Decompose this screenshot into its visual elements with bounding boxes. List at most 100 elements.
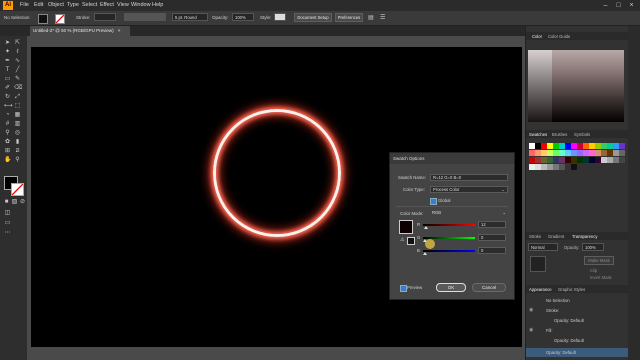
b-slider-thumb[interactable]: [423, 252, 427, 255]
r-value-input[interactable]: 12: [478, 221, 506, 228]
tab-close-icon[interactable]: ×: [118, 28, 121, 33]
graph-tool-icon[interactable]: ▮: [14, 139, 21, 146]
curvature-tool-icon[interactable]: ∿: [14, 58, 21, 65]
swatch-chip[interactable]: [571, 164, 577, 170]
fill-swatch[interactable]: [38, 14, 48, 24]
document-setup-button[interactable]: Document Setup: [294, 13, 332, 22]
color-mode-select[interactable]: RGB ⌄: [430, 210, 508, 217]
style-swatch[interactable]: [274, 13, 286, 21]
ok-button[interactable]: OK: [436, 283, 466, 292]
blend-mode-select[interactable]: Normal: [528, 243, 558, 251]
tab-color-guide[interactable]: Color Guide: [548, 34, 570, 39]
scale-tool-icon[interactable]: ⤢: [14, 94, 21, 101]
free-transform-tool-icon[interactable]: ⬚: [14, 103, 21, 110]
brush-select[interactable]: 5 pt. Round: [172, 13, 208, 21]
menu-object[interactable]: Object: [48, 2, 64, 8]
gradient-tool-icon[interactable]: ▥: [14, 121, 21, 128]
maximize-icon[interactable]: □: [613, 1, 624, 10]
tab-symbols[interactable]: Symbols: [574, 132, 590, 137]
rotate-tool-icon[interactable]: ↻: [4, 94, 11, 101]
menu-help[interactable]: Help: [152, 2, 163, 8]
preview-checkbox[interactable]: [400, 285, 407, 292]
paintbrush-tool-icon[interactable]: ✎: [14, 76, 21, 83]
artboard-tool-icon[interactable]: ⊞: [4, 148, 11, 155]
document-tab[interactable]: Untitled-2* @ 50 % (RGB/GPU Preview) ×: [30, 26, 130, 36]
menu-edit[interactable]: Edit: [34, 2, 43, 8]
zoom-tool-icon[interactable]: ⚲: [14, 157, 21, 164]
shape-builder-tool-icon[interactable]: ◔: [4, 112, 11, 119]
b-slider[interactable]: [423, 250, 475, 252]
color-mode-icon[interactable]: ■: [3, 199, 10, 206]
appearance-fill-opacity-row[interactable]: Opacity: Default: [526, 336, 629, 345]
minimize-icon[interactable]: –: [600, 1, 611, 10]
menu-file[interactable]: File: [20, 2, 29, 8]
lasso-tool-icon[interactable]: ℓ: [14, 49, 21, 56]
visibility-eye-icon[interactable]: ◉: [529, 326, 533, 335]
r-slider-thumb[interactable]: [424, 226, 428, 229]
hand-tool-icon[interactable]: ✋: [4, 157, 11, 164]
tab-gradient[interactable]: Gradient: [548, 234, 564, 239]
arrange-icon[interactable]: ▤: [368, 14, 376, 22]
r-slider[interactable]: [423, 224, 475, 226]
global-checkbox[interactable]: [430, 198, 437, 205]
selection-tool-icon[interactable]: ➤: [4, 40, 11, 47]
width-tool-icon[interactable]: ⟷: [4, 103, 13, 110]
visibility-eye-icon[interactable]: ◉: [529, 306, 533, 315]
swatch-chip[interactable]: [619, 157, 625, 163]
menu-select[interactable]: Select: [82, 2, 97, 8]
color-spectrum[interactable]: [528, 50, 624, 122]
g-value-input[interactable]: 0: [478, 234, 506, 241]
b-value-input[interactable]: 0: [478, 247, 506, 254]
appearance-stroke-row[interactable]: ◉ Stroke:: [526, 306, 629, 315]
symbol-sprayer-tool-icon[interactable]: ✿: [4, 139, 11, 146]
color-type-select[interactable]: Process Color ⌄: [430, 186, 508, 193]
align-icon[interactable]: ☰: [380, 14, 388, 22]
menu-effect[interactable]: Effect: [100, 2, 114, 8]
shaper-tool-icon[interactable]: ✐: [4, 85, 11, 92]
appearance-fill-row[interactable]: ◉ Fill:: [526, 326, 629, 335]
glowing-ring-artwork[interactable]: [213, 109, 341, 237]
menu-window[interactable]: Window: [131, 2, 151, 8]
magic-wand-tool-icon[interactable]: ✦: [4, 49, 11, 56]
stroke-weight-input[interactable]: [94, 13, 116, 21]
type-tool-icon[interactable]: T: [4, 67, 11, 74]
direct-selection-tool-icon[interactable]: ⇱: [14, 40, 21, 47]
tab-swatches[interactable]: Swatches: [529, 132, 547, 137]
edit-toolbar-icon[interactable]: ⋯: [4, 230, 11, 237]
tab-color[interactable]: Color: [532, 34, 542, 39]
tab-graphic-styles[interactable]: Graphic Styles: [558, 287, 585, 292]
tab-brushes[interactable]: Brushes: [552, 132, 567, 137]
close-icon[interactable]: ×: [626, 1, 637, 10]
opacity-panel-input[interactable]: 100%: [582, 243, 604, 251]
screen-mode-icon[interactable]: ▭: [4, 220, 11, 227]
blend-tool-icon[interactable]: ◎: [14, 130, 21, 137]
tab-stroke[interactable]: Stroke: [529, 234, 541, 239]
swatch-chip[interactable]: [619, 143, 625, 149]
gradient-mode-icon[interactable]: ▨: [11, 199, 18, 206]
variable-width-select[interactable]: [124, 13, 166, 21]
stroke-swatch[interactable]: [55, 14, 65, 24]
appearance-opacity-row[interactable]: Opacity: Default: [526, 316, 629, 325]
swatch-name-input[interactable]: R=12 G=0 B=0: [430, 174, 508, 181]
draw-mode-icon[interactable]: ◫: [4, 210, 11, 217]
appearance-object-opacity-row[interactable]: Opacity: Default: [526, 348, 629, 357]
make-mask-button[interactable]: Make Mask: [584, 256, 614, 265]
mesh-tool-icon[interactable]: #: [4, 121, 11, 128]
opacity-input[interactable]: 100%: [232, 13, 254, 21]
web-safe-swatch[interactable]: [407, 237, 415, 245]
slice-tool-icon[interactable]: ⧄: [14, 148, 21, 155]
rectangle-tool-icon[interactable]: ▭: [4, 76, 11, 83]
tab-transparency[interactable]: Transparency: [572, 234, 597, 239]
eyedropper-tool-icon[interactable]: ⚲: [4, 130, 11, 137]
pen-tool-icon[interactable]: ✒: [4, 58, 11, 65]
menu-view[interactable]: View: [117, 2, 129, 8]
menu-type[interactable]: Type: [67, 2, 79, 8]
line-tool-icon[interactable]: ╱: [14, 67, 21, 74]
tab-appearance[interactable]: Appearance: [529, 287, 552, 292]
eraser-tool-icon[interactable]: ⌫: [14, 85, 22, 92]
none-mode-icon[interactable]: ⊘: [19, 199, 26, 206]
stroke-color-box[interactable]: [11, 183, 24, 196]
swatch-chip[interactable]: [619, 150, 625, 156]
preferences-button[interactable]: Preferences: [335, 13, 363, 22]
perspective-grid-tool-icon[interactable]: ▦: [14, 112, 21, 119]
